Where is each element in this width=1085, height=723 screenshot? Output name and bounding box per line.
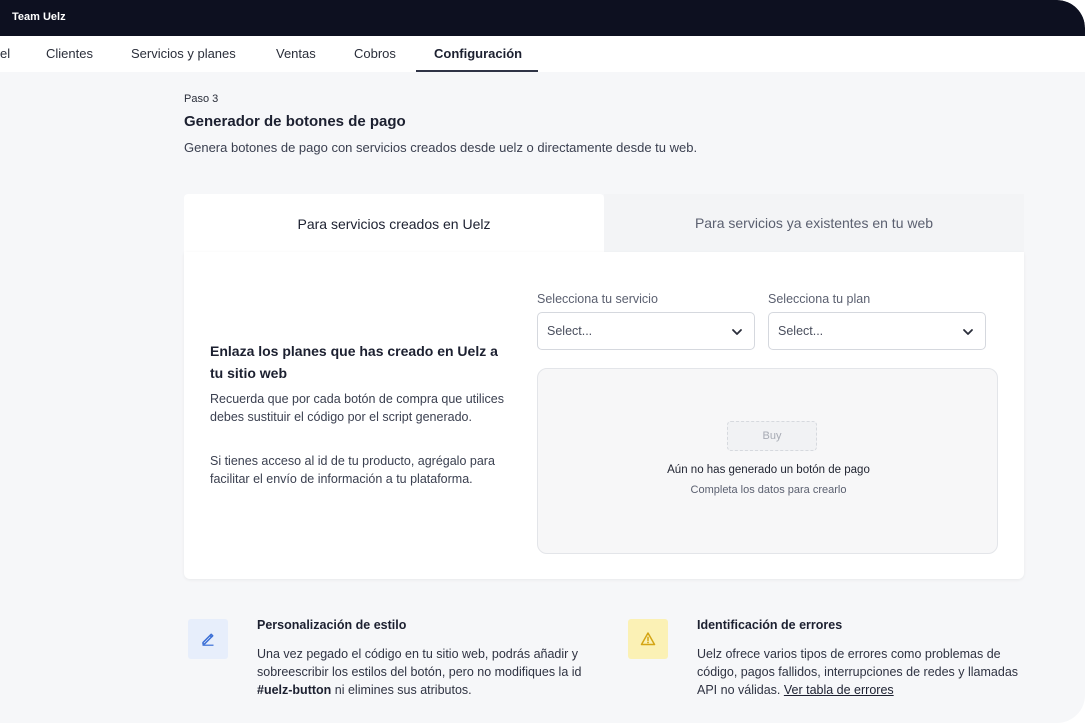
card-instructions: Recuerda que por cada botón de compra qu… — [210, 392, 504, 424]
tab-clientes[interactable]: Clientes — [46, 46, 93, 61]
tab-label: Para servicios ya existentes en tu web — [694, 215, 934, 231]
feature-style-title: Personalización de estilo — [257, 618, 407, 632]
preview-empty-title: Aún no has generado un botón de pago — [667, 464, 870, 476]
tab-ventas[interactable]: Ventas — [276, 46, 316, 61]
step-label: Paso 3 — [184, 93, 219, 105]
page-title: Generador de botones de pago — [184, 113, 406, 130]
main-nav: el Clientes Servicios y planes Ventas Co… — [0, 36, 1085, 72]
tab-configuracion[interactable]: Configuración — [434, 46, 522, 61]
buy-button-placeholder: Buy — [727, 421, 817, 451]
service-select-label: Selecciona tu servicio — [537, 292, 658, 306]
service-select[interactable]: Select... — [537, 312, 755, 350]
feature-errors-text: Uelz ofrece varios tipos de errores como… — [697, 647, 1019, 697]
tab-panel[interactable]: el — [0, 46, 10, 61]
card-heading: Enlaza los planes que has creado en Uelz… — [210, 343, 498, 381]
team-name: Team Uelz — [12, 11, 66, 23]
error-table-link[interactable]: Ver tabla de errores — [784, 683, 894, 697]
top-bar: Team Uelz — [0, 0, 1085, 36]
chevron-down-icon — [963, 329, 973, 335]
tab-servicios-y-planes[interactable]: Servicios y planes — [131, 46, 236, 61]
app-window: Team Uelz el Clientes Servicios y planes… — [0, 0, 1085, 723]
tab-cobros[interactable]: Cobros — [354, 46, 396, 61]
feature-style-text: Una vez pegado el código en tu sitio web… — [257, 647, 582, 697]
active-tab-indicator — [416, 70, 538, 72]
warning-icon-badge — [628, 619, 668, 659]
plan-select-label: Selecciona tu plan — [768, 292, 871, 306]
card-product-id-hint: Si tienes acceso al id de tu producto, a… — [210, 454, 495, 486]
feature-errors-title: Identificación de errores — [697, 618, 843, 632]
warning-icon — [640, 632, 656, 646]
chevron-down-icon — [732, 329, 742, 335]
service-select-value: Select... — [547, 324, 593, 338]
preview-empty-subtitle: Completa los datos para crearlo — [690, 484, 847, 496]
edit-icon — [202, 633, 214, 646]
button-generator-card: Enlaza los planes que has creado en Uelz… — [184, 252, 1024, 579]
button-id-code: #uelz-button — [257, 683, 332, 697]
tab-label: Para servicios creados en Uelz — [297, 216, 491, 232]
plan-select-value: Select... — [778, 324, 824, 338]
plan-select[interactable]: Select... — [768, 312, 986, 350]
tab-servicios-existentes-en-web[interactable]: Para servicios ya existentes en tu web — [604, 194, 1024, 252]
tab-servicios-creados-en-uelz[interactable]: Para servicios creados en Uelz — [184, 194, 604, 254]
edit-icon-badge — [188, 619, 228, 659]
button-preview: Buy Aún no has generado un botón de pago… — [537, 368, 998, 554]
page-subtitle: Genera botones de pago con servicios cre… — [184, 140, 698, 155]
